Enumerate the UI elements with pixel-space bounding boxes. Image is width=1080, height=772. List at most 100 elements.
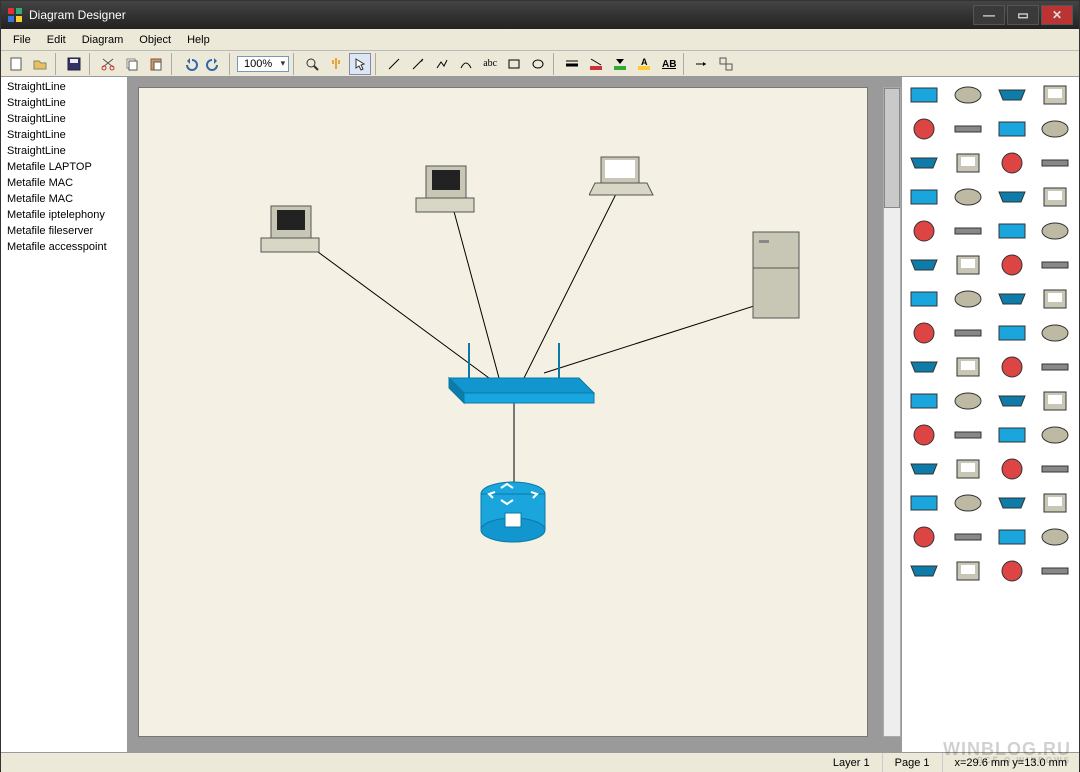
status-layer[interactable]: Layer 1 xyxy=(821,753,883,772)
node-iptelephony[interactable] xyxy=(477,478,549,551)
stencil-item[interactable] xyxy=(1037,149,1073,177)
node-laptop[interactable] xyxy=(589,153,654,206)
menu-help[interactable]: Help xyxy=(179,32,218,48)
zoom-tool[interactable] xyxy=(301,53,323,75)
stencil-item[interactable] xyxy=(906,81,942,109)
stencil-item[interactable] xyxy=(1037,353,1073,381)
node-fileserver[interactable] xyxy=(749,228,804,326)
stencil-item[interactable] xyxy=(950,557,986,585)
undo-button[interactable] xyxy=(179,53,201,75)
stencil-item[interactable] xyxy=(1037,557,1073,585)
stencil-item[interactable] xyxy=(1037,421,1073,449)
paste-button[interactable] xyxy=(145,53,167,75)
menu-file[interactable]: File xyxy=(5,32,39,48)
stencil-item[interactable] xyxy=(906,421,942,449)
stencil-item[interactable] xyxy=(950,353,986,381)
stencil-item[interactable] xyxy=(950,81,986,109)
textcolor-button[interactable]: A xyxy=(633,53,655,75)
stencil-item[interactable] xyxy=(906,319,942,347)
line-tool[interactable] xyxy=(383,53,405,75)
stencil-item[interactable] xyxy=(906,455,942,483)
select-tool[interactable] xyxy=(349,53,371,75)
list-item[interactable]: Metafile iptelephony xyxy=(1,207,127,223)
pan-tool[interactable] xyxy=(325,53,347,75)
stencil-item[interactable] xyxy=(906,115,942,143)
node-accesspoint[interactable] xyxy=(439,338,599,411)
stencil-item[interactable] xyxy=(950,455,986,483)
stencil-item[interactable] xyxy=(950,319,986,347)
stencil-item[interactable] xyxy=(906,183,942,211)
list-item[interactable]: StraightLine xyxy=(1,143,127,159)
stencil-item[interactable] xyxy=(1037,81,1073,109)
list-item[interactable]: Metafile MAC xyxy=(1,191,127,207)
ellipse-tool[interactable] xyxy=(527,53,549,75)
maximize-button[interactable]: ▭ xyxy=(1007,5,1039,25)
stencil-item[interactable] xyxy=(1037,489,1073,517)
open-button[interactable] xyxy=(29,53,51,75)
stencil-item[interactable] xyxy=(906,387,942,415)
linecolor-button[interactable] xyxy=(585,53,607,75)
fillcolor-button[interactable] xyxy=(609,53,631,75)
stencil-item[interactable] xyxy=(994,455,1030,483)
list-item[interactable]: StraightLine xyxy=(1,111,127,127)
stencil-item[interactable] xyxy=(994,319,1030,347)
stencil-item[interactable] xyxy=(994,557,1030,585)
stencil-item[interactable] xyxy=(950,183,986,211)
stencil-item[interactable] xyxy=(950,217,986,245)
list-item[interactable]: StraightLine xyxy=(1,127,127,143)
node-mac-1[interactable] xyxy=(259,198,329,261)
stencil-item[interactable] xyxy=(1037,251,1073,279)
stencil-item[interactable] xyxy=(950,285,986,313)
copy-button[interactable] xyxy=(121,53,143,75)
stencil-item[interactable] xyxy=(994,523,1030,551)
stencil-item[interactable] xyxy=(994,115,1030,143)
rect-tool[interactable] xyxy=(503,53,525,75)
linestyle-button[interactable] xyxy=(561,53,583,75)
minimize-button[interactable]: — xyxy=(973,5,1005,25)
stencil-item[interactable] xyxy=(994,285,1030,313)
stencil-item[interactable] xyxy=(1037,183,1073,211)
list-item[interactable]: Metafile LAPTOP xyxy=(1,159,127,175)
curve-tool[interactable] xyxy=(455,53,477,75)
stencil-item[interactable] xyxy=(1037,217,1073,245)
group-button[interactable] xyxy=(715,53,737,75)
list-item[interactable]: StraightLine xyxy=(1,95,127,111)
redo-button[interactable] xyxy=(203,53,225,75)
status-page[interactable]: Page 1 xyxy=(883,753,943,772)
stencil-item[interactable] xyxy=(994,81,1030,109)
stencil-item[interactable] xyxy=(994,489,1030,517)
stencil-item[interactable] xyxy=(950,149,986,177)
stencil-item[interactable] xyxy=(950,387,986,415)
stencil-item[interactable] xyxy=(1037,523,1073,551)
font-button[interactable]: AB xyxy=(657,53,679,75)
stencil-item[interactable] xyxy=(950,489,986,517)
text-tool[interactable]: abc xyxy=(479,53,501,75)
close-button[interactable]: ✕ xyxy=(1041,5,1073,25)
node-mac-2[interactable] xyxy=(414,158,484,221)
stencil-item[interactable] xyxy=(994,387,1030,415)
stencil-item[interactable] xyxy=(1037,387,1073,415)
zoom-combo[interactable]: 100% xyxy=(237,56,289,72)
stencil-item[interactable] xyxy=(906,217,942,245)
canvas[interactable] xyxy=(138,87,868,737)
stencil-item[interactable] xyxy=(950,115,986,143)
stencil-item[interactable] xyxy=(950,251,986,279)
list-item[interactable]: Metafile MAC xyxy=(1,175,127,191)
stencil-item[interactable] xyxy=(906,285,942,313)
list-item[interactable]: Metafile fileserver xyxy=(1,223,127,239)
stencil-item[interactable] xyxy=(906,557,942,585)
stencil-item[interactable] xyxy=(906,489,942,517)
arrow-tool[interactable] xyxy=(407,53,429,75)
arrowstyle-button[interactable] xyxy=(691,53,713,75)
new-button[interactable] xyxy=(5,53,27,75)
menu-diagram[interactable]: Diagram xyxy=(74,32,132,48)
stencil-item[interactable] xyxy=(1037,115,1073,143)
stencil-item[interactable] xyxy=(1037,319,1073,347)
stencil-item[interactable] xyxy=(1037,455,1073,483)
canvas-scrollbar[interactable] xyxy=(883,87,901,737)
stencil-item[interactable] xyxy=(994,353,1030,381)
stencil-item[interactable] xyxy=(950,523,986,551)
cut-button[interactable] xyxy=(97,53,119,75)
stencil-item[interactable] xyxy=(906,523,942,551)
stencil-item[interactable] xyxy=(994,251,1030,279)
